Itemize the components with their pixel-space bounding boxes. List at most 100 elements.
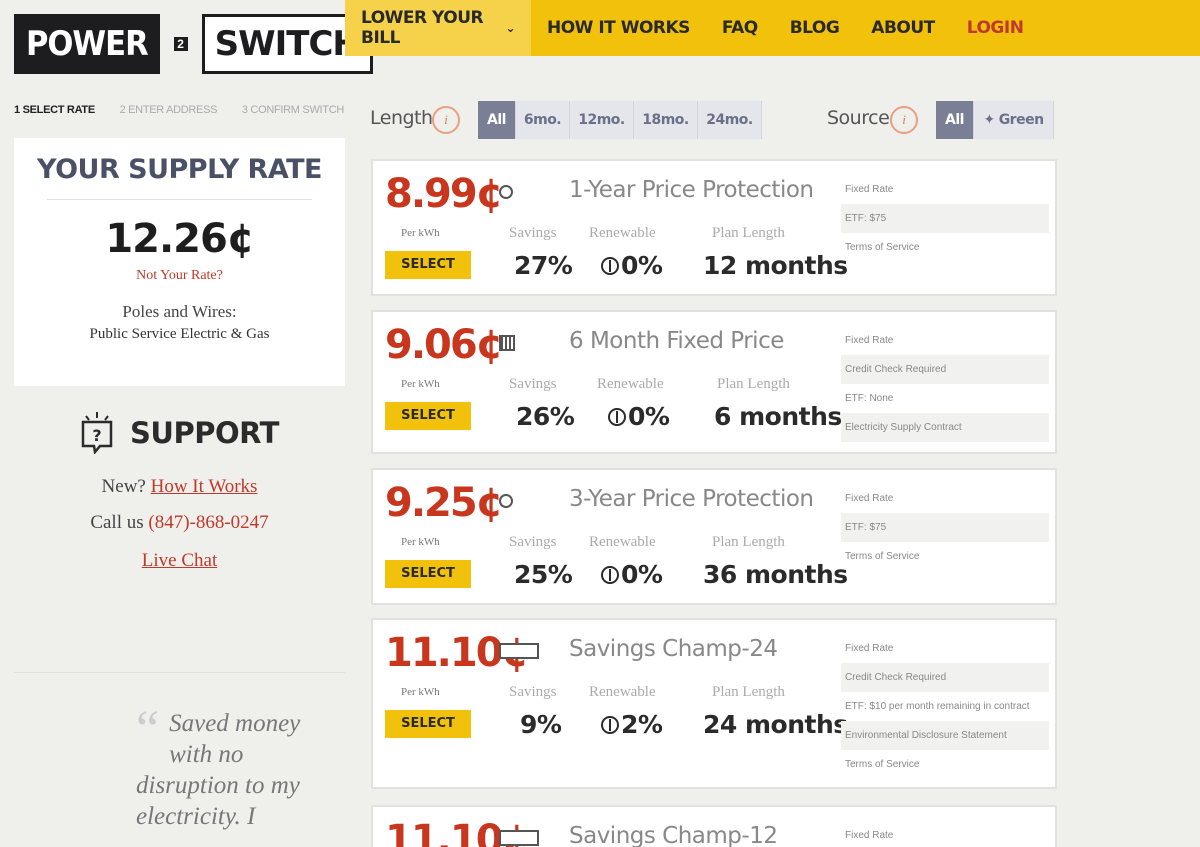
testimonial-text: Saved money with no disruption to my ele… [136,710,301,830]
renewable-value: 0% [601,251,663,280]
testimonial-quote: “ Saved money with no disruption to my e… [136,704,346,832]
term-item: ETF: None [845,393,894,404]
term-item: Fixed Rate [845,830,894,841]
length-option-18mo[interactable]: 18mo. [634,101,698,139]
support-call-prefix: Call us [90,512,144,533]
renewable-label: Renewable [597,376,664,392]
term-item: Credit Check Required [841,663,1049,692]
supplier-logo [499,640,557,662]
supply-rate-panel: YOUR SUPPLY RATE 12.26¢ Not Your Rate? P… [14,138,345,386]
renewable-icon [601,257,619,275]
divider [47,199,312,200]
supplier-logo [499,827,557,847]
nav-faq[interactable]: FAQ [706,0,774,56]
term-item: ETF: $10 per month remaining in contract [845,701,1030,712]
plan-length-label: Plan Length [712,684,785,700]
svg-text:?: ? [92,426,101,445]
term-item: Fixed Rate [845,184,894,195]
source-filter-label: Source [827,107,890,129]
source-option-green-label: Green [998,112,1044,128]
nav-login[interactable]: LOGIN [951,0,1040,56]
source-option-green[interactable]: ✦ Green [974,101,1054,139]
renewable-icon [601,566,619,584]
plan-terms: Fixed Rate [841,821,1049,847]
length-option-12mo[interactable]: 12mo. [570,101,634,139]
term-item[interactable]: Electricity Supply Contract [841,413,1049,442]
source-info-icon[interactable]: i [890,106,918,134]
term-item: Fixed Rate [845,643,894,654]
support-call-line: Call us (847)-868-0247 [14,512,345,534]
plan-price-unit: Per kWh [401,536,440,548]
plan-name[interactable]: 1-Year Price Protection [569,177,814,203]
renewable-icon [601,716,619,734]
supplier-logo [499,490,557,512]
plan-name[interactable]: Savings Champ-24 [569,636,778,662]
plan-card: 9.06¢ Per kWh SELECT 6 Month Fixed Price… [371,310,1057,454]
support-new-line: New? How It Works [14,476,345,498]
term-item[interactable]: Terms of Service [841,233,1049,262]
length-option-6mo[interactable]: 6mo. [516,101,570,139]
renewable-value: 0% [608,402,670,431]
term-item: ETF: $75 [841,513,1049,542]
renewable-label: Renewable [589,534,656,550]
plan-length-label: Plan Length [712,225,785,241]
nav-blog[interactable]: BLOG [774,0,856,56]
plan-card: 11.10¢ Savings Champ-12 Fixed Rate [371,805,1057,847]
step-select-rate: 1 SELECT RATE [14,104,95,116]
term-item: Credit Check Required [841,355,1049,384]
length-filter: All 6mo. 12mo. 18mo. 24mo. [478,101,762,139]
supply-rate-value: 12.26¢ [105,216,254,262]
nav-about[interactable]: ABOUT [855,0,950,56]
plan-terms: Fixed Rate Credit Check Required ETF: No… [841,326,1049,442]
source-option-all[interactable]: All [936,101,974,139]
select-plan-button[interactable]: SELECT [385,710,471,738]
savings-value: 27% [514,251,573,280]
logo-two-mark: 2 [160,14,202,74]
savings-label: Savings [509,534,557,550]
select-plan-button[interactable]: SELECT [385,560,471,588]
supplier-logo [499,332,557,354]
term-item: Fixed Rate [845,335,894,346]
support-new-prefix: New? [101,476,146,497]
brand-logo[interactable]: POWER 2 SWITCH [14,14,373,74]
term-item[interactable]: Terms of Service [841,542,1049,571]
plan-name[interactable]: Savings Champ-12 [569,823,778,847]
savings-label: Savings [509,376,557,392]
plan-price-unit: Per kWh [401,378,440,390]
support-title: SUPPORT [130,416,279,450]
plan-length-value: 36 months [703,560,848,589]
plan-name[interactable]: 3-Year Price Protection [569,486,814,512]
length-filter-label: Length [370,107,433,129]
savings-label: Savings [509,225,557,241]
plan-length-value: 12 months [703,251,848,280]
select-plan-button[interactable]: SELECT [385,251,471,279]
term-item[interactable]: Environmental Disclosure Statement [841,721,1049,750]
step-enter-address: 2 ENTER ADDRESS [119,104,218,116]
term-item: ETF: $75 [841,204,1049,233]
savings-value: 26% [516,402,575,431]
length-option-all[interactable]: All [478,101,516,139]
term-item[interactable]: Terms of Service [841,750,1049,779]
not-your-rate-link[interactable]: Not Your Rate? [14,268,345,284]
term-item: Fixed Rate [845,493,894,504]
main-nav: LOWER YOUR BILL ⌄ HOW IT WORKS FAQ BLOG … [345,0,1200,56]
support-phone-link[interactable]: (847)-868-0247 [148,512,268,533]
plan-terms: Fixed Rate ETF: $75 Terms of Service [841,484,1049,571]
length-info-icon[interactable]: i [432,106,460,134]
leaf-icon: ✦ [983,112,995,128]
support-panel: ? SUPPORT New? How It Works Call us (847… [14,412,345,572]
length-option-24mo[interactable]: 24mo. [698,101,762,139]
renewable-icon [608,408,626,426]
utility-label: Poles and Wires: [122,302,237,321]
plan-name[interactable]: 6 Month Fixed Price [569,328,784,354]
plan-price-unit: Per kWh [401,686,440,698]
plan-length-label: Plan Length [717,376,790,392]
plan-card: 8.99¢ Per kWh SELECT 1-Year Price Protec… [371,159,1057,296]
nav-how-it-works[interactable]: HOW IT WORKS [531,0,706,56]
logo-two-digit: 2 [173,37,188,51]
nav-lower-your-bill[interactable]: LOWER YOUR BILL ⌄ [345,0,531,56]
how-it-works-link[interactable]: How It Works [151,476,258,497]
live-chat-link[interactable]: Live Chat [142,550,217,571]
plan-length-value: 6 months [714,402,842,431]
select-plan-button[interactable]: SELECT [385,402,471,430]
